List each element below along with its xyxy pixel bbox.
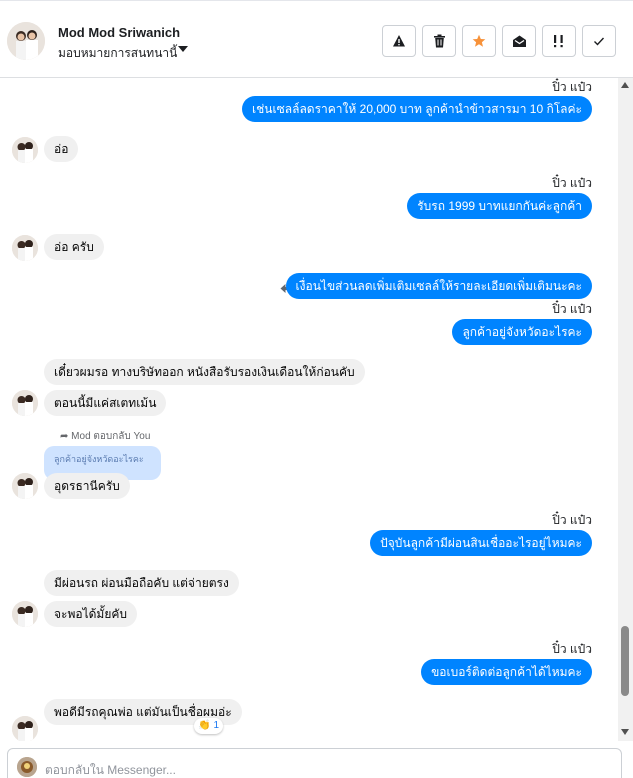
contact-avatar[interactable] [7,22,45,60]
follow-up-icon [554,35,563,48]
sender-name: ปิ๋ว แป๋ว [552,513,592,527]
check-icon [594,37,605,46]
contact-name[interactable]: Mod Mod Sriwanich [58,25,180,40]
clap-emoji-icon: 👏 [198,720,211,731]
conversation-header: Mod Mod Sriwanich มอบหมายการสนทนานี้ [0,0,633,78]
delete-button[interactable] [422,25,456,57]
scroll-down-arrow-icon[interactable] [621,729,629,735]
outgoing-message[interactable]: ลูกค้าอยู่จังหวัดอะไรคะ [452,319,592,345]
warning-icon [393,35,405,47]
follow-up-button[interactable] [542,25,576,57]
incoming-message[interactable]: อุดรธานีครับ [44,473,130,499]
outgoing-message[interactable]: เงื่อนไขส่วนลดเพิ่มเติมเซลล์ให้รายละเอีย… [285,273,592,299]
reply-composer[interactable]: ตอบกลับใน Messenger... [7,748,622,778]
incoming-message[interactable]: เดี๋ยวผมรอ ทางบริษัทออก หนังสือรับรองเงิ… [44,359,365,385]
outgoing-message[interactable]: ปัจุบันลูกค้ามีผ่อนสินเชื่ออะไรอยู่ไหมคะ [370,530,592,556]
message-reaction[interactable]: 👏 1 [194,718,224,734]
assign-conversation-label[interactable]: มอบหมายการสนทนานี้ [58,44,177,63]
incoming-message[interactable]: อ่อ ครับ [44,234,104,260]
incoming-message[interactable]: มีผ่อนรถ ผ่อนมือถือคับ แต่จ่ายตรง [44,570,239,596]
scroll-thumb[interactable] [621,626,629,696]
sender-name: ปิ๋ว แป๋ว [552,302,592,316]
contact-avatar-small [12,716,38,741]
sender-name: ปิ๋ว แป๋ว [552,176,592,190]
contact-avatar-small [12,601,38,627]
reply-arrow-icon: ➦ [60,431,69,442]
incoming-message[interactable]: อ่อ [44,136,79,162]
contact-avatar-small [12,473,38,499]
sender-name: ปิ๋ว แป๋ว [552,642,592,656]
reply-indicator: ➦ Mod ตอบกลับ You [60,429,150,444]
outgoing-message[interactable]: ขอเบอร์ติดต่อลูกค้าได้ไหมคะ [421,659,592,685]
contact-avatar-small [12,235,38,261]
star-icon [472,34,486,47]
mark-done-button[interactable] [582,25,616,57]
contact-avatar-small [12,137,38,163]
reply-input[interactable]: ตอบกลับใน Messenger... [45,761,176,778]
thread-scrollbar[interactable] [618,78,633,741]
sender-name: ปิ๋ว แป๋ว [552,80,592,94]
mark-unread-icon [512,35,526,47]
toolbar [382,25,616,57]
outgoing-message[interactable]: รับรถ 1999 บาทแยกกันค่ะลูกค้า [407,193,592,219]
star-button[interactable] [462,25,496,57]
reply-meta-text: Mod ตอบกลับ You [71,431,151,442]
scroll-up-arrow-icon[interactable] [621,82,629,88]
trash-icon [433,34,445,48]
caret-down-icon[interactable] [178,46,188,52]
report-spam-button[interactable] [382,25,416,57]
incoming-message[interactable]: จะพอได้มั้ยคับ [44,601,138,627]
incoming-message[interactable]: ตอนนี้มีแค่สเตทเม้น [44,390,167,416]
reaction-count: 1 [213,720,220,731]
outgoing-message[interactable]: เช่นเซลล์ลดราคาให้ 20,000 บาท ลูกค้านำข้… [242,96,592,122]
mark-unread-button[interactable] [502,25,536,57]
page-avatar [17,757,37,777]
message-thread: ปิ๋ว แป๋ว เช่นเซลล์ลดราคาให้ 20,000 บาท … [0,78,618,741]
contact-avatar-small [12,390,38,416]
